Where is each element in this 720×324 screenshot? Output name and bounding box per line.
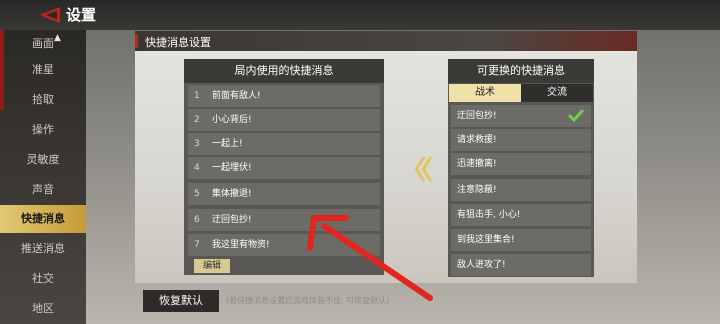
- sidebar-item-sound[interactable]: 声音: [0, 176, 86, 204]
- reset-default-button[interactable]: 恢复默认: [143, 290, 219, 312]
- header-mark: [135, 34, 138, 48]
- list-item[interactable]: 4 一起埋伏!: [188, 157, 380, 179]
- page-title: 设置: [66, 6, 97, 24]
- annotation-arrow-icon: [307, 215, 433, 301]
- in-game-list-title: 局内使用的快捷消息: [184, 59, 384, 83]
- sidebar-item-pickup[interactable]: 拾取: [0, 86, 86, 114]
- item-text: 集体撤退!: [212, 189, 252, 199]
- item-text: 迂回包抄!: [457, 111, 497, 121]
- list-item[interactable]: 敌人进攻了!: [451, 254, 591, 276]
- item-text: 到我这里集合!: [457, 235, 515, 245]
- item-text: 请求救援!: [457, 135, 497, 145]
- replaceable-list-title: 可更换的快捷消息: [448, 59, 594, 83]
- list-item[interactable]: 请求救援!: [451, 129, 591, 151]
- item-text: 一起埋伏!: [212, 163, 252, 173]
- item-number: 7: [194, 240, 200, 250]
- tab-communication[interactable]: 交流: [521, 84, 593, 102]
- item-text: 一起上!: [212, 139, 243, 149]
- list-item[interactable]: 到我这里集合!: [451, 229, 591, 251]
- sidebar-item-push-messages[interactable]: 推送消息: [0, 235, 86, 263]
- panel-header: 快捷消息设置: [135, 31, 637, 51]
- item-text: 有狙击手, 小心!: [457, 210, 521, 220]
- back-arrow-icon[interactable]: [38, 6, 62, 24]
- item-number: 1: [194, 91, 200, 101]
- item-text: 迅速撤离!: [457, 159, 497, 169]
- list-item[interactable]: 5 集体撤退!: [188, 183, 380, 205]
- item-number: 3: [194, 139, 200, 149]
- item-text: 敌人进攻了!: [457, 260, 506, 270]
- list-item[interactable]: 2 小心背后!: [188, 109, 380, 131]
- sidebar: 画面 准星 拾取 操作 灵敏度 声音 快捷消息 推送消息 社交 地区: [0, 30, 86, 324]
- item-number: 4: [194, 163, 200, 173]
- top-bar: 设置: [0, 0, 720, 30]
- replaceable-message-list: 可更换的快捷消息 战术 交流 迂回包抄! 请求救援! 迅速撤离! 注意隐蔽! 有…: [448, 59, 594, 277]
- item-number: 5: [194, 189, 200, 199]
- move-left-chevron-icon: 〈〈: [400, 156, 433, 186]
- item-text: 迂回包抄!: [212, 215, 252, 225]
- check-icon: [567, 108, 585, 123]
- scroll-up-icon: ▲: [54, 33, 61, 43]
- item-text: 前面有敌人!: [212, 91, 261, 101]
- sidebar-item-sensitivity[interactable]: 灵敏度: [0, 146, 86, 174]
- sidebar-edge-accent: [0, 30, 4, 110]
- sidebar-item-quick-messages[interactable]: 快捷消息: [0, 205, 86, 233]
- item-text: 小心背后!: [212, 115, 252, 125]
- list-item[interactable]: 1 前面有敌人!: [188, 85, 380, 107]
- list-item[interactable]: 迅速撤离!: [451, 153, 591, 175]
- sidebar-item-social[interactable]: 社交: [0, 265, 86, 293]
- sidebar-item-region[interactable]: 地区: [0, 295, 86, 323]
- item-number: 6: [194, 215, 200, 225]
- sidebar-item-graphics[interactable]: 画面: [0, 30, 86, 58]
- item-text: 注意隐蔽!: [457, 185, 497, 195]
- panel-title: 快捷消息设置: [145, 36, 211, 49]
- item-text: 我这里有物资!: [212, 240, 270, 250]
- edit-button[interactable]: 编辑: [194, 259, 230, 273]
- sidebar-item-crosshair[interactable]: 准星: [0, 56, 86, 84]
- list-item[interactable]: 注意隐蔽!: [451, 179, 591, 201]
- list-item[interactable]: 有狙击手, 小心!: [451, 204, 591, 226]
- list-item[interactable]: 3 一起上!: [188, 133, 380, 155]
- tab-tactics[interactable]: 战术: [449, 84, 521, 102]
- list-item[interactable]: 迂回包抄!: [451, 105, 591, 127]
- sidebar-item-controls[interactable]: 操作: [0, 116, 86, 144]
- item-number: 2: [194, 115, 200, 125]
